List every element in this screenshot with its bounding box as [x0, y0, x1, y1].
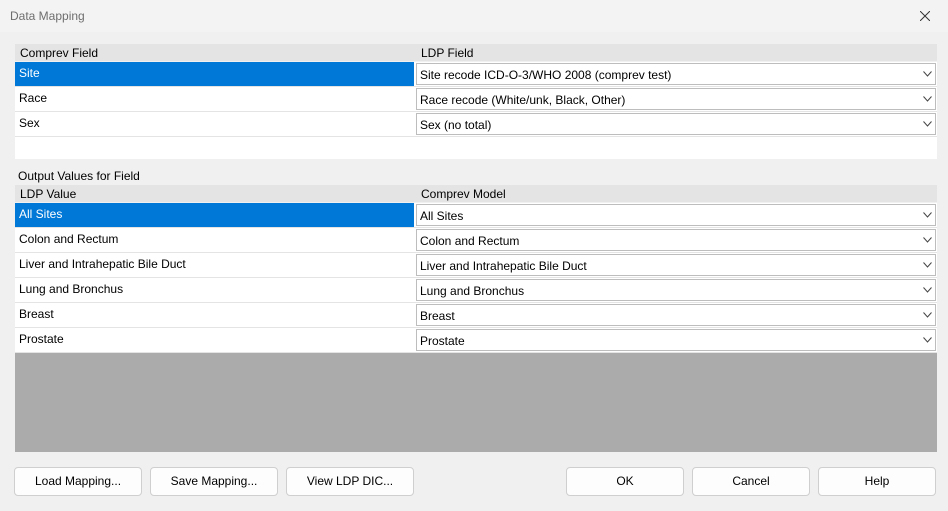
dropdown-arrow[interactable]	[919, 230, 935, 250]
ldp-field-value: Sex (no total)	[420, 118, 492, 132]
chevron-down-icon	[922, 337, 932, 343]
dropdown-arrow[interactable]	[919, 205, 935, 225]
close-icon	[920, 11, 930, 21]
value-row[interactable]: All Sites All Sites	[15, 203, 937, 228]
value-row[interactable]: Prostate Prostate	[15, 328, 937, 353]
comprev-model-select[interactable]: All Sites	[416, 204, 936, 226]
field-cell[interactable]: Site	[15, 62, 414, 86]
comprev-model-value: Colon and Rectum	[420, 234, 520, 248]
dropdown-arrow[interactable]	[919, 64, 935, 84]
dropdown-arrow[interactable]	[919, 255, 935, 275]
chevron-down-icon	[922, 287, 932, 293]
chevron-down-icon	[922, 262, 932, 268]
comprev-model-value: Prostate	[420, 334, 465, 348]
comprev-model-value: Lung and Bronchus	[420, 284, 525, 298]
cancel-button[interactable]: Cancel	[692, 467, 810, 496]
comprev-model-select[interactable]: Liver and Intrahepatic Bile Duct	[416, 254, 936, 276]
output-values-label: Output Values for Field	[18, 169, 140, 183]
help-button[interactable]: Help	[818, 467, 936, 496]
ldp-field-select[interactable]: Race recode (White/unk, Black, Other)	[416, 88, 936, 110]
ldp-field-select[interactable]: Sex (no total)	[416, 113, 936, 135]
chevron-down-icon	[922, 121, 932, 127]
field-grid-header: Comprev Field LDP Field	[15, 44, 937, 62]
header-comprev-model: Comprev Model	[421, 187, 506, 201]
close-button[interactable]	[902, 0, 948, 32]
dropdown-arrow[interactable]	[919, 305, 935, 325]
ldp-value-cell[interactable]: All Sites	[15, 203, 414, 227]
chevron-down-icon	[922, 212, 932, 218]
chevron-down-icon	[922, 96, 932, 102]
field-row-sex[interactable]: Sex Sex (no total)	[15, 112, 937, 137]
field-cell[interactable]: Race	[15, 87, 414, 111]
dropdown-arrow[interactable]	[919, 114, 935, 134]
comprev-model-select[interactable]: Prostate	[416, 329, 936, 351]
field-mapping-grid: Comprev Field LDP Field Site Site recode…	[15, 44, 937, 159]
comprev-model-select[interactable]: Breast	[416, 304, 936, 326]
value-row[interactable]: Liver and Intrahepatic Bile Duct Liver a…	[15, 253, 937, 278]
field-row-race[interactable]: Race Race recode (White/unk, Black, Othe…	[15, 87, 937, 112]
dropdown-arrow[interactable]	[919, 280, 935, 300]
value-row[interactable]: Colon and Rectum Colon and Rectum	[15, 228, 937, 253]
title-bar: Data Mapping	[0, 0, 948, 32]
dropdown-arrow[interactable]	[919, 89, 935, 109]
field-cell[interactable]: Sex	[15, 112, 414, 136]
load-mapping-button[interactable]: Load Mapping...	[14, 467, 142, 496]
comprev-model-value: Liver and Intrahepatic Bile Duct	[420, 259, 587, 273]
comprev-model-select[interactable]: Lung and Bronchus	[416, 279, 936, 301]
ok-button[interactable]: OK	[566, 467, 684, 496]
comprev-model-value: All Sites	[420, 209, 464, 223]
ldp-value-cell[interactable]: Breast	[15, 303, 414, 327]
header-ldp-field: LDP Field	[421, 46, 474, 60]
comprev-model-select[interactable]: Colon and Rectum	[416, 229, 936, 251]
value-row[interactable]: Lung and Bronchus Lung and Bronchus	[15, 278, 937, 303]
chevron-down-icon	[922, 312, 932, 318]
ldp-value-cell[interactable]: Lung and Bronchus	[15, 278, 414, 302]
ldp-value-cell[interactable]: Prostate	[15, 328, 414, 352]
dropdown-arrow[interactable]	[919, 330, 935, 350]
comprev-model-value: Breast	[420, 309, 455, 323]
view-ldp-dic-button[interactable]: View LDP DIC...	[286, 467, 414, 496]
chevron-down-icon	[922, 237, 932, 243]
value-row[interactable]: Breast Breast	[15, 303, 937, 328]
ldp-value-cell[interactable]: Liver and Intrahepatic Bile Duct	[15, 253, 414, 277]
ldp-value-cell[interactable]: Colon and Rectum	[15, 228, 414, 252]
field-row-site[interactable]: Site Site recode ICD-O-3/WHO 2008 (compr…	[15, 62, 937, 87]
output-grid-header: LDP Value Comprev Model	[15, 185, 937, 203]
ldp-field-select[interactable]: Site recode ICD-O-3/WHO 2008 (comprev te…	[416, 63, 936, 85]
output-values-grid: LDP Value Comprev Model All Sites All Si…	[15, 185, 937, 452]
header-comprev-field: Comprev Field	[20, 46, 99, 60]
header-ldp-value: LDP Value	[20, 187, 77, 201]
ldp-field-value: Race recode (White/unk, Black, Other)	[420, 93, 626, 107]
window-title: Data Mapping	[10, 9, 85, 23]
chevron-down-icon	[922, 71, 932, 77]
ldp-field-value: Site recode ICD-O-3/WHO 2008 (comprev te…	[420, 68, 672, 82]
save-mapping-button[interactable]: Save Mapping...	[150, 467, 278, 496]
